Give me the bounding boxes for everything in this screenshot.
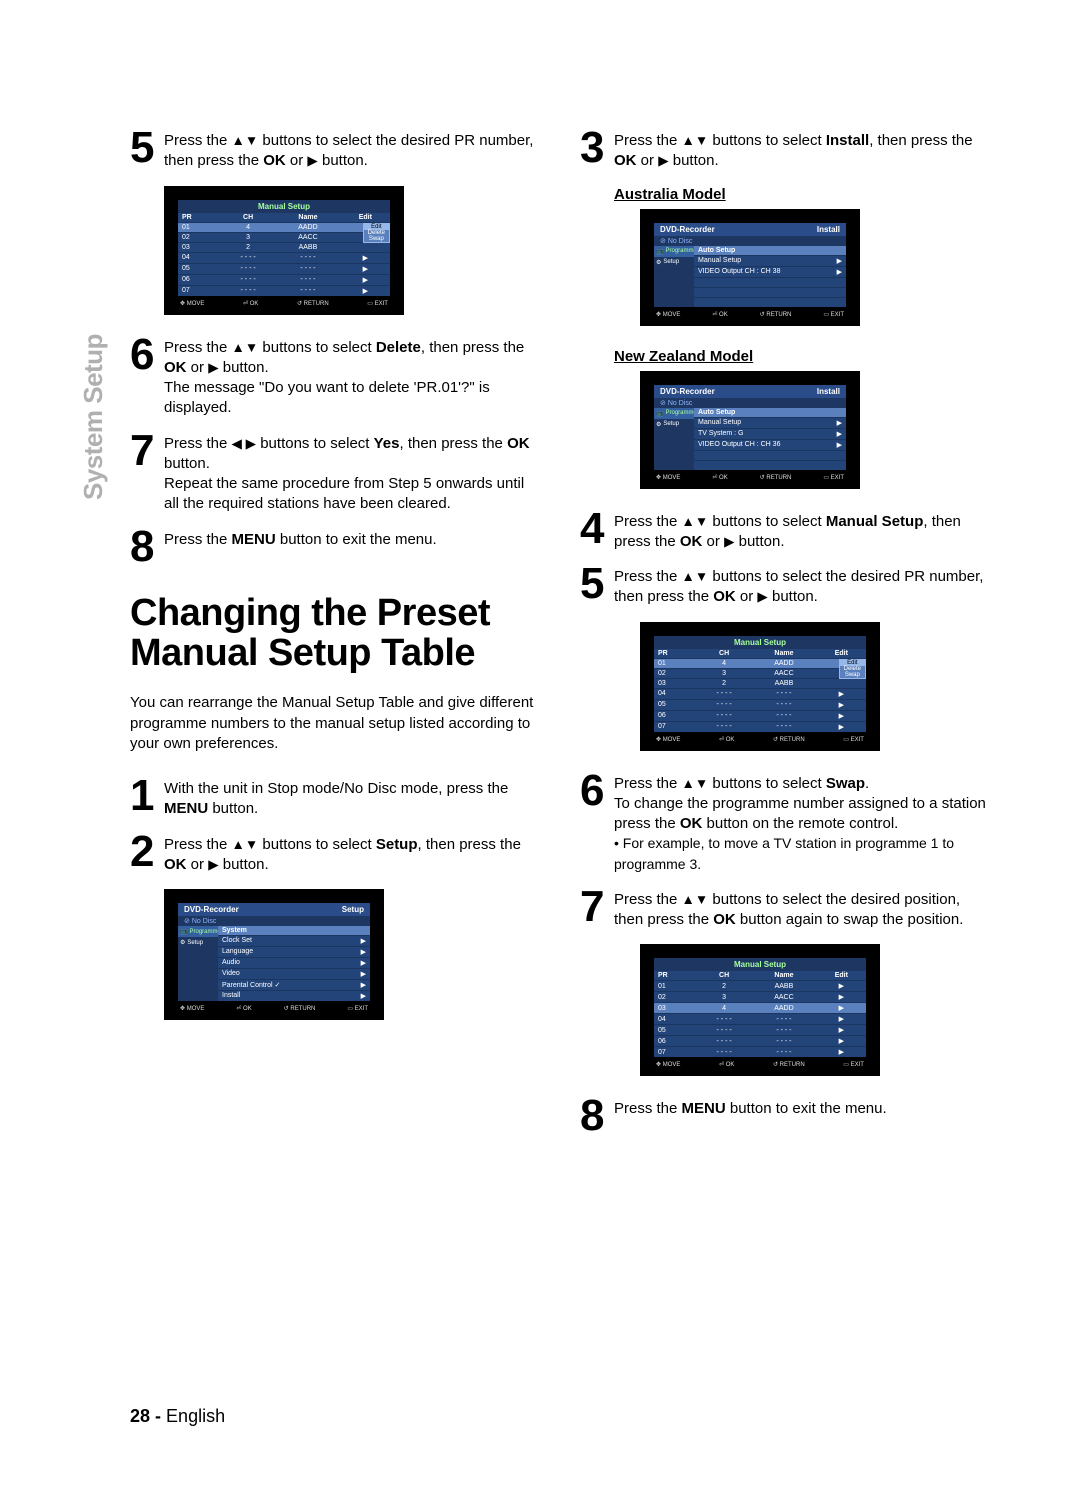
menu-row[interactable]: TV System : G▶	[694, 428, 846, 439]
model-label-nz: New Zealand Model	[614, 348, 990, 365]
return-hint: ↺ RETURN	[297, 300, 329, 307]
menu-row[interactable]: Manual Setup▶	[694, 417, 846, 428]
right-icon	[208, 359, 218, 376]
right-column: 3 Press the buttons to select Install, t…	[580, 130, 990, 1147]
menu-head[interactable]: System	[218, 926, 370, 935]
manual-setup-table: PRCHNameEdit 012AABB▶ 023AACC▶ 034AADD▶ …	[654, 971, 866, 1057]
menu-row[interactable]: Language▶	[218, 946, 370, 957]
right-icon	[208, 856, 218, 873]
menu-row[interactable]: Clock Set▶	[218, 935, 370, 946]
menu-head[interactable]: Auto Setup	[694, 408, 846, 417]
up-down-icon	[682, 513, 709, 530]
exit-hint: ▭ EXIT	[367, 300, 388, 307]
step-2b: 2 Press the buttons to select Setup, the…	[130, 834, 540, 876]
menu-row[interactable]: Video▶	[218, 968, 370, 979]
left-right-icon	[232, 435, 257, 452]
osd-manual-setup-a: Manual Setup PR CH Name Edit 014AADD Edi…	[164, 186, 404, 315]
up-down-icon	[682, 132, 709, 149]
sidebar-programme[interactable]: 📺 Programme	[654, 246, 694, 257]
menu-row[interactable]: Manual Setup▶	[694, 255, 846, 266]
osd-footer: ✥ MOVE ⏎ OK ↺ RETURN ▭ EXIT	[178, 296, 390, 307]
osd-setup: DVD-RecorderSetup No Disc 📺 Programme ⚙ …	[164, 889, 384, 1020]
step-7-right: 7 Press the buttons to select the desire…	[580, 889, 990, 931]
up-down-icon	[682, 568, 709, 585]
step-number: 5	[130, 130, 164, 172]
step-6-left: 6 Press the buttons to select Delete, th…	[130, 337, 540, 419]
menu-head[interactable]: Auto Setup	[694, 246, 846, 255]
up-down-icon	[232, 132, 259, 149]
step-7-left: 7 Press the buttons to select Yes, then …	[130, 433, 540, 515]
edit-popup[interactable]: Edit Delete Swap	[363, 223, 390, 243]
right-icon	[658, 152, 668, 169]
sidebar-setup[interactable]: ⚙ Setup	[178, 937, 218, 948]
page-footer: 28 - English	[130, 1406, 225, 1427]
manual-setup-table: PR CH Name Edit 014AADD Edit Delete Swap	[178, 213, 390, 296]
step-8-right: 8 Press the MENU button to exit the menu…	[580, 1098, 990, 1133]
menu-row[interactable]: VIDEO Output CH : CH 38▶	[694, 266, 846, 277]
left-column: 5 Press the buttons to select the desire…	[90, 130, 540, 1147]
right-icon	[307, 152, 317, 169]
up-down-icon	[232, 836, 259, 853]
menu-row[interactable]: Parental Control ✓▶	[218, 979, 370, 990]
section-heading: Changing the Preset Manual Setup Table	[130, 594, 540, 674]
step-4-right: 4 Press the buttons to select Manual Set…	[580, 511, 990, 553]
step-5-right: 5 Press the buttons to select the desire…	[580, 566, 990, 608]
side-tab-label: System Setup	[78, 334, 109, 500]
up-down-icon	[682, 775, 709, 792]
step-1b: 1 With the unit in Stop mode/No Disc mod…	[130, 778, 540, 820]
ok-hint: ⏎ OK	[243, 300, 258, 307]
model-label-au: Australia Model	[614, 186, 990, 203]
sidebar-setup[interactable]: ⚙ Setup	[654, 419, 694, 430]
manual-page: System Setup 5 Press the buttons to sele…	[0, 0, 1080, 1487]
osd-manual-setup-c: Manual Setup PRCHNameEdit 012AABB▶ 023AA…	[640, 944, 880, 1076]
section-description: You can rearrange the Manual Setup Table…	[130, 693, 540, 754]
up-down-icon	[682, 891, 709, 908]
popup-swap[interactable]: Swap	[364, 236, 389, 242]
manual-setup-table: PRCHNameEdit 014AADD Edit Delete Swap 02…	[654, 649, 866, 732]
move-hint: ✥ MOVE	[180, 300, 204, 307]
up-down-icon	[232, 339, 259, 356]
step-5-left: 5 Press the buttons to select the desire…	[130, 130, 540, 172]
menu-row[interactable]: Audio▶	[218, 957, 370, 968]
menu-row[interactable]: Install▶	[218, 990, 370, 1001]
sidebar-setup[interactable]: ⚙ Setup	[654, 257, 694, 268]
step-8-left: 8 Press the MENU button to exit the menu…	[130, 529, 540, 564]
right-icon	[757, 588, 767, 605]
step-3-right: 3 Press the buttons to select Install, t…	[580, 130, 990, 172]
right-icon	[724, 533, 734, 550]
step-text: Press the buttons to select the desired …	[164, 130, 540, 172]
osd-title: Manual Setup	[178, 200, 390, 213]
step-6-right: 6 Press the buttons to select Swap. To c…	[580, 773, 990, 875]
edit-popup[interactable]: Edit Delete Swap	[839, 659, 866, 679]
osd-install-nz: DVD-RecorderInstall No Disc 📺 Programme …	[640, 371, 860, 489]
sidebar-programme[interactable]: 📺 Programme	[178, 926, 218, 937]
sidebar-programme[interactable]: 📺 Programme	[654, 408, 694, 419]
osd-manual-setup-b: Manual Setup PRCHNameEdit 014AADD Edit D…	[640, 622, 880, 751]
osd-install-au: DVD-RecorderInstall No Disc 📺 Programme …	[640, 209, 860, 326]
menu-row[interactable]: VIDEO Output CH : CH 36▶	[694, 439, 846, 450]
